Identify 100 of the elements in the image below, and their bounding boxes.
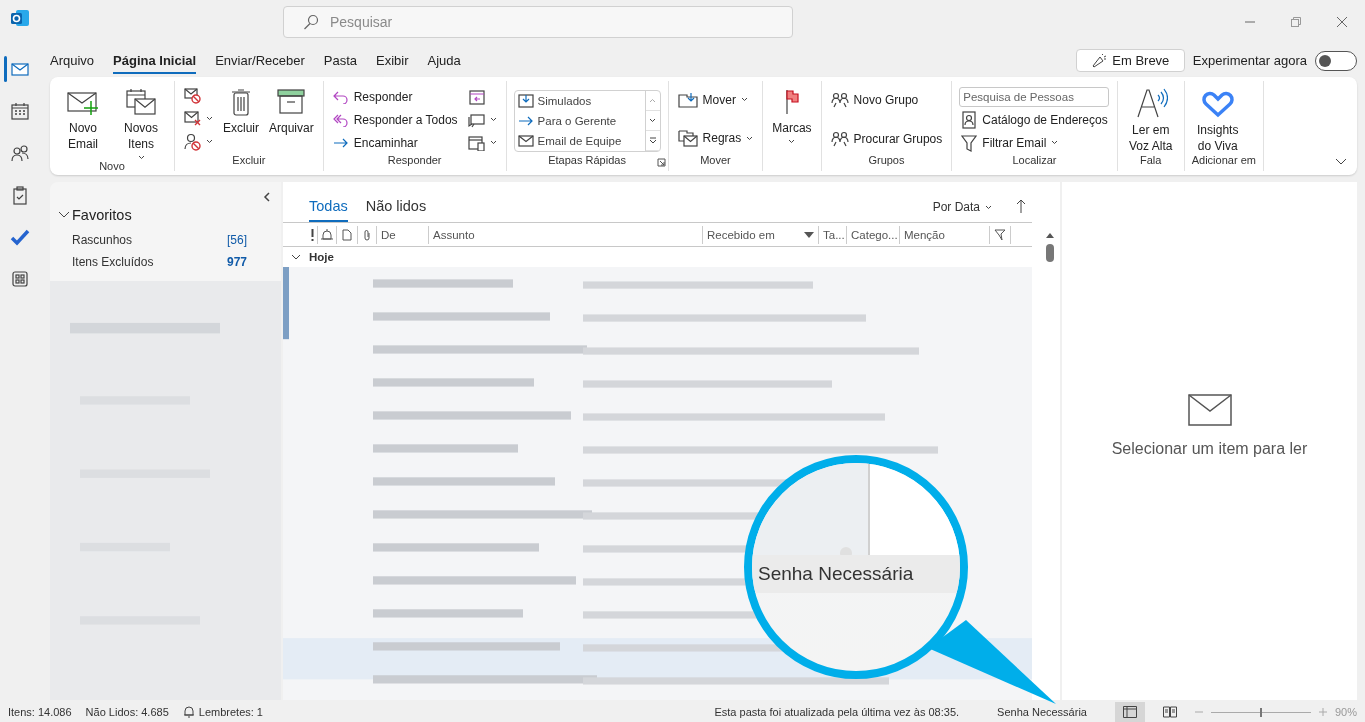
calendar-icon — [10, 101, 30, 121]
normal-view-button[interactable] — [1114, 702, 1145, 722]
ribbon-button[interactable]: Procurar Grupos — [828, 129, 945, 148]
ribbon-button[interactable]: Novo Grupo — [828, 91, 945, 110]
caret-icon — [788, 139, 796, 144]
trash-icon — [230, 87, 252, 117]
chevron-icon — [291, 254, 301, 260]
ribbon-button[interactable]: Responder — [330, 88, 460, 105]
sort-direction-icon[interactable] — [1016, 199, 1026, 213]
chevron-icon — [58, 211, 70, 219]
column-header[interactable]: Recebido em — [703, 225, 819, 244]
menu-tab[interactable]: Página Inicial — [113, 47, 197, 74]
caret-icon — [206, 116, 213, 121]
column-header[interactable]: Menção — [900, 225, 990, 244]
menu-tab[interactable]: Arquivo — [50, 47, 95, 74]
ribbon-button[interactable]: Responder a Todos — [330, 111, 460, 128]
restore-icon[interactable] — [1291, 17, 1301, 27]
ribbon-button[interactable]: Ler em Voz Alta — [1124, 85, 1177, 154]
ribbon-button[interactable]: Regras — [675, 128, 756, 149]
block-sender-icon — [184, 132, 202, 151]
favorites-header[interactable]: Favoritos — [50, 182, 281, 229]
collapse-icon[interactable] — [263, 192, 271, 202]
search-icon — [303, 14, 319, 30]
caret-down-icon — [649, 118, 657, 123]
ribbon-button[interactable]: Mover — [675, 90, 756, 109]
reply-icon — [332, 89, 349, 104]
ribbon-button[interactable]: Insights do Viva — [1191, 85, 1244, 154]
ignore-icon — [184, 88, 202, 105]
ribbon-button[interactable]: Encaminhar — [330, 134, 460, 151]
column-header[interactable]: Catego... — [847, 225, 900, 244]
quick-step-item[interactable]: Simulados — [517, 94, 642, 108]
arrow-icon — [517, 114, 534, 128]
coming-soon-button[interactable]: Em Breve — [1075, 49, 1185, 72]
column-header[interactable]: De — [377, 225, 429, 244]
menu-tab[interactable]: Ajuda — [427, 47, 461, 74]
ribbon-icon-button[interactable] — [182, 131, 215, 152]
sort-arrow-icon — [804, 231, 814, 238]
view-tab[interactable]: Não lidos — [365, 198, 427, 222]
group-label: Mover — [700, 154, 731, 166]
group-label: Adicionar em — [1191, 154, 1256, 166]
caret-icon — [489, 117, 497, 122]
try-now-toggle[interactable] — [1315, 50, 1357, 71]
people-search-field[interactable]: Pesquisa de Pessoas — [959, 86, 1110, 107]
quick-step-item[interactable]: Email de Equipe — [517, 134, 642, 148]
folder-count: 977 — [226, 255, 247, 269]
dialog-launcher-icon[interactable] — [656, 158, 666, 167]
reminder-icon — [320, 228, 334, 241]
group-label: Grupos — [868, 154, 905, 166]
caret-icon — [746, 135, 754, 141]
reminders-count[interactable]: Lembretes: 1 — [198, 706, 263, 718]
ribbon-button[interactable]: Arquivar — [267, 85, 316, 136]
ribbon-button[interactable]: Marcas — [770, 85, 814, 144]
importance-icon — [310, 228, 314, 241]
menu-tab[interactable]: Exibir — [376, 47, 409, 74]
group-label: Novo — [99, 160, 125, 172]
new-items-icon — [125, 87, 157, 117]
ribbon-icon-button[interactable] — [182, 109, 215, 128]
chat-icon — [467, 111, 486, 128]
try-now-label: Experimentar agora — [1192, 53, 1307, 68]
group-label: Localizar — [1012, 154, 1057, 166]
meeting-reply-icon — [467, 88, 486, 105]
normal-view-icon — [1122, 706, 1137, 718]
folder-item[interactable]: Rascunhos — [72, 233, 133, 247]
caret-icon — [740, 97, 748, 103]
ribbon-button[interactable]: Excluir — [221, 85, 261, 136]
ribbon-button[interactable]: Catálogo de Endereços — [959, 109, 1110, 130]
menu-tab[interactable]: Pasta — [323, 47, 358, 74]
search-field[interactable]: Pesquisar — [283, 6, 793, 38]
ribbon-button[interactable]: Novos Itens — [115, 85, 167, 160]
bell-icon — [182, 706, 195, 718]
move-to-folder-icon — [677, 91, 698, 108]
address-book-icon — [961, 110, 978, 129]
item-type-icon — [342, 228, 352, 241]
column-header[interactable]: Assunto — [429, 225, 703, 244]
quick-step-item[interactable]: Para o Gerente — [517, 114, 642, 128]
checkmark-icon — [10, 227, 30, 247]
close-icon[interactable] — [1337, 17, 1347, 27]
filter-icon — [961, 133, 978, 152]
caret-icon — [985, 204, 992, 210]
archive-icon — [276, 87, 307, 117]
folder-item[interactable]: Itens Excluídos — [72, 255, 154, 269]
menu-tab[interactable]: Enviar/Receber — [215, 47, 305, 74]
ribbon-icon-button[interactable] — [465, 133, 499, 152]
attachment-icon — [363, 228, 371, 241]
column-header[interactable]: Ta... — [819, 225, 847, 244]
sort-button[interactable]: Por Data — [932, 200, 992, 222]
clean-up-icon — [184, 110, 202, 127]
ribbon-button[interactable]: Novo Email — [57, 85, 109, 152]
group-label: Responder — [387, 154, 442, 166]
caret-icon — [1051, 140, 1059, 145]
flag-icon — [994, 228, 1006, 241]
new-group-icon — [830, 92, 849, 109]
ribbon-button[interactable]: Filtrar Email — [959, 132, 1110, 153]
caret-up-icon — [649, 98, 657, 103]
group-label: Fala — [1140, 154, 1162, 166]
app-logo-icon — [10, 8, 30, 28]
caret-icon — [137, 155, 145, 160]
view-tab[interactable]: Todas — [309, 198, 348, 222]
more-icon — [648, 137, 657, 144]
password-status[interactable]: Senha Necessária — [997, 706, 1087, 718]
